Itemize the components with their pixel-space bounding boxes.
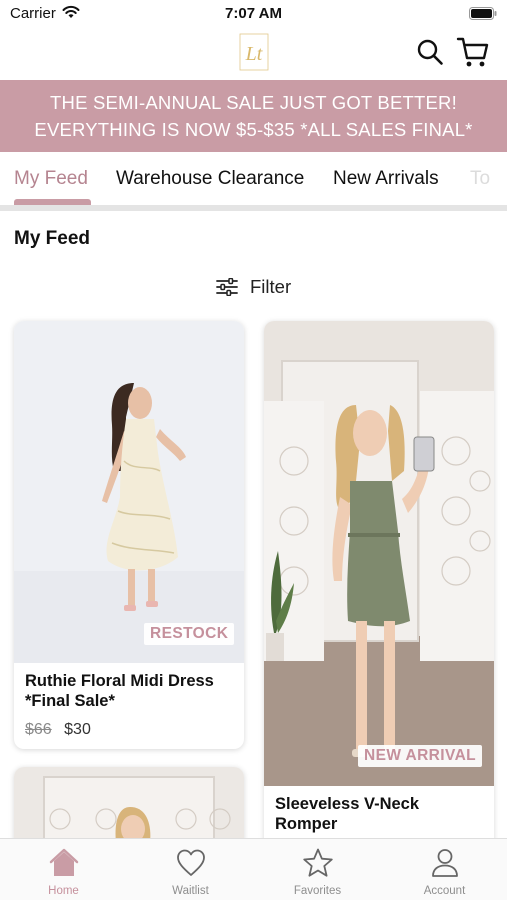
nav-favorites[interactable]: Favorites (254, 839, 381, 900)
nav-waitlist[interactable]: Waitlist (127, 839, 254, 900)
product-price: $66 $30 (25, 721, 91, 739)
nav-waitlist-label: Waitlist (172, 885, 209, 897)
promo-banner[interactable]: THE SEMI-ANNUAL SALE JUST GOT BETTER! EV… (0, 80, 507, 152)
star-icon (303, 848, 333, 877)
original-price: $66 (25, 721, 52, 738)
tabs-divider (0, 205, 507, 211)
search-icon[interactable] (416, 38, 444, 66)
brand-logo[interactable]: Lt (238, 30, 270, 74)
product-image-romper (264, 321, 494, 786)
product-title-line-1: Sleeveless V-Neck (275, 795, 420, 813)
nav-home[interactable]: Home (0, 839, 127, 900)
product-title: Sleeveless V-Neck Romper (275, 794, 419, 834)
restock-badge: RESTOCK (144, 623, 235, 645)
product-card-ruthie[interactable]: RESTOCK Ruthie Floral Midi Dress *Final … (14, 321, 244, 749)
bottom-nav: Home Waitlist Favorites Account (0, 838, 507, 900)
home-icon (49, 848, 79, 876)
sale-price: $30 (64, 721, 91, 738)
tab-my-feed[interactable]: My Feed (14, 168, 88, 190)
filter-label: Filter (250, 276, 292, 297)
app-header: Lt (0, 28, 507, 78)
product-title-line-2: *Final Sale* (25, 692, 115, 710)
status-bar: Carrier 7:07 AM (0, 0, 507, 28)
nav-home-label: Home (48, 885, 79, 897)
product-image-ruthie (14, 321, 244, 663)
tab-more[interactable]: To (470, 168, 490, 190)
banner-line-2: EVERYTHING IS NOW $5-$35 *ALL SALES FINA… (34, 119, 473, 140)
battery-icon (469, 7, 497, 20)
tab-warehouse-clearance[interactable]: Warehouse Clearance (116, 168, 304, 190)
filter-icon (216, 278, 238, 296)
person-icon (432, 849, 458, 877)
product-title-line-2: Romper (275, 815, 338, 833)
product-title-line-1: Ruthie Floral Midi Dress (25, 672, 214, 690)
banner-line-1: THE SEMI-ANNUAL SALE JUST GOT BETTER! (50, 92, 457, 113)
tab-new-arrivals[interactable]: New Arrivals (333, 168, 439, 190)
nav-account[interactable]: Account (381, 839, 507, 900)
status-time: 7:07 AM (225, 5, 282, 22)
nav-account-label: Account (423, 885, 466, 897)
nav-favorites-label: Favorites (293, 885, 342, 897)
cart-icon[interactable] (456, 36, 490, 68)
new-arrival-badge: NEW ARRIVAL (358, 745, 483, 767)
filter-button[interactable]: Filter (216, 275, 291, 299)
heart-icon (177, 849, 205, 876)
page-title: My Feed (14, 228, 91, 249)
svg-text:Lt: Lt (245, 43, 263, 65)
product-title: Ruthie Floral Midi Dress *Final Sale* (25, 671, 214, 711)
product-card-romper[interactable]: NEW ARRIVAL Sleeveless V-Neck Romper (264, 321, 494, 851)
